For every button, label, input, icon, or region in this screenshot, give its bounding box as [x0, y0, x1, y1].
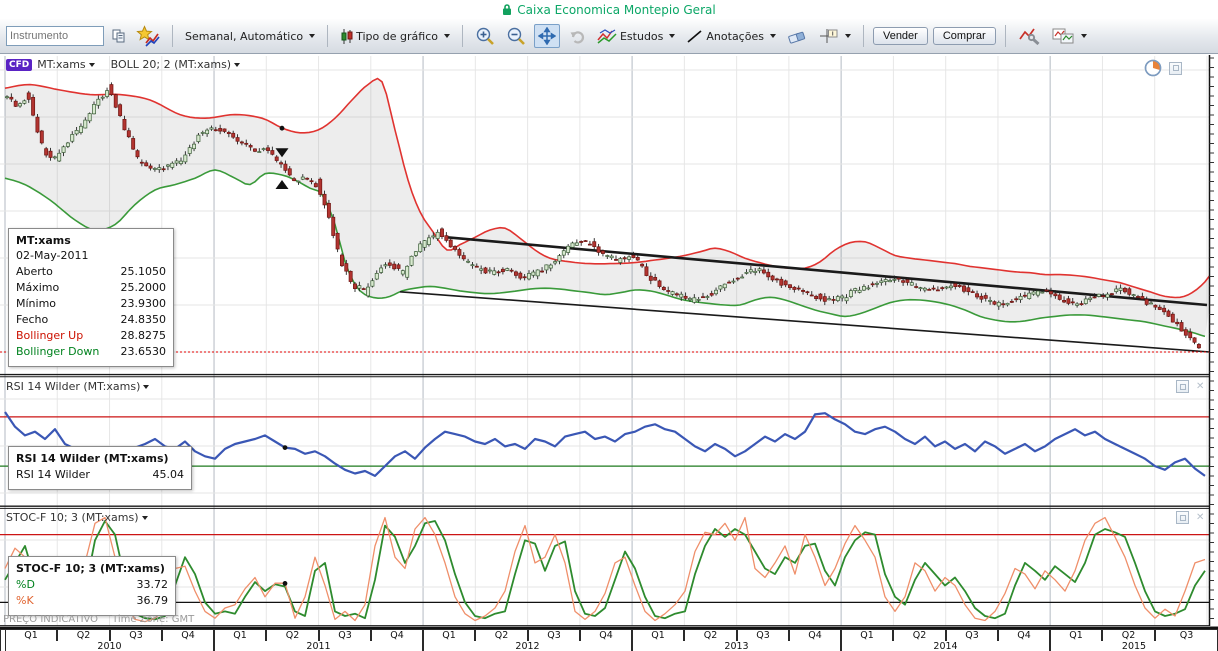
tooltip-row: %D33.72 — [16, 577, 168, 593]
tooltip-row: Máximo25.2000 — [16, 280, 166, 296]
chart-settings-button[interactable] — [1015, 25, 1044, 47]
tooltip-row: %K36.79 — [16, 593, 168, 609]
pan-tool-button[interactable] — [534, 24, 560, 48]
main-panel-header: CFD MT:xams BOLL 20; 2 (MT:xams) — [6, 58, 240, 71]
buy-button[interactable]: Comprar — [933, 27, 996, 45]
rsi-panel-header: RSI 14 Wilder (MT:xams) — [6, 380, 149, 393]
zoom-in-button[interactable] — [472, 24, 498, 48]
annotations-dropdown[interactable]: Anotações — [683, 27, 779, 46]
chevron-down-icon — [234, 63, 240, 67]
zoom-in-icon — [475, 26, 495, 46]
stoch-panel-controls: ✕ — [1176, 511, 1204, 524]
chart-settings-icon — [1018, 27, 1041, 45]
chevron-down-icon — [309, 34, 315, 38]
chevron-down-icon — [142, 516, 148, 520]
footer-note: PREÇO INDICATIVO Time Zone: GMT — [3, 614, 208, 625]
star-chart-icon — [136, 25, 160, 47]
stoch-tooltip: STOC-F 10; 3 (MT:xams) %D33.72%K36.79 — [8, 556, 176, 616]
chevron-down-icon — [770, 34, 776, 38]
chart-layout-dropdown[interactable] — [1049, 25, 1090, 47]
chart-type-dropdown[interactable]: Tipo de gráfico — [337, 26, 453, 47]
maximize-panel-button[interactable] — [1176, 511, 1189, 524]
year-cell: 2011 — [214, 641, 423, 651]
undo-icon — [568, 27, 586, 45]
year-cell: 2013 — [632, 641, 841, 651]
toolbar-separator — [462, 25, 463, 47]
tooltip-rows: %D33.72%K36.79 — [16, 577, 168, 609]
year-cell: 2010 — [5, 641, 214, 651]
rsi-panel-controls: ✕ — [1176, 380, 1204, 393]
chevron-down-icon — [143, 385, 149, 389]
tooltip-title: MT:xams — [16, 234, 166, 247]
bollinger-indicator-selector[interactable]: BOLL 20; 2 (MT:xams) — [111, 58, 240, 71]
tooltip-title: RSI 14 Wilder (MT:xams) — [16, 452, 184, 465]
toolbar-separator — [863, 25, 864, 47]
crosshair-info-icon — [819, 28, 839, 45]
close-panel-icon[interactable]: ✕ — [1196, 513, 1204, 523]
studies-icon — [597, 28, 617, 44]
toolbar-separator — [327, 25, 328, 47]
timezone-label: Time Zone: GMT — [112, 614, 194, 625]
tooltip-row: Fecho24.8350 — [16, 312, 166, 328]
pan-icon — [538, 27, 556, 45]
rsi-indicator-selector[interactable]: RSI 14 Wilder (MT:xams) — [6, 380, 149, 393]
tooltip-title: STOC-F 10; 3 (MT:xams) — [16, 562, 168, 575]
sell-button[interactable]: Vender — [873, 27, 928, 45]
zoom-out-icon — [506, 26, 526, 46]
toolbar-separator — [1005, 25, 1006, 47]
maximize-panel-button[interactable] — [1176, 380, 1189, 393]
crosshair-info-dropdown[interactable] — [816, 26, 854, 47]
chevron-down-icon — [444, 34, 450, 38]
tooltip-rows: Aberto25.1050Máximo25.2000Mínimo23.9300F… — [16, 264, 166, 360]
tooltip-row: RSI 14 Wilder45.04 — [16, 467, 184, 483]
chevron-down-icon — [845, 34, 851, 38]
time-axis[interactable]: Q1Q2Q3Q4Q1Q2Q3Q4Q1Q2Q3Q4Q1Q2Q3Q4Q1Q2Q3Q4… — [0, 627, 1218, 651]
tooltip-row: Mínimo23.9300 — [16, 296, 166, 312]
page-title: Caixa Economica Montepio Geral — [517, 3, 715, 17]
indicative-price-label: PREÇO INDICATIVO — [3, 614, 98, 625]
chevron-down-icon — [1081, 34, 1087, 38]
tooltip-row: Bollinger Up28.8275 — [16, 328, 166, 344]
interval-clock-icon — [1144, 59, 1162, 77]
year-cell: 2014 — [841, 641, 1050, 651]
chart-canvas[interactable] — [0, 55, 1218, 627]
instrument-search-input[interactable] — [6, 26, 104, 46]
period-dropdown[interactable]: Semanal, Automático — [182, 28, 318, 45]
eraser-icon — [787, 28, 808, 44]
chevron-down-icon — [89, 63, 95, 67]
tooltip-row: Bollinger Down23.6530 — [16, 344, 166, 360]
stoch-indicator-selector[interactable]: STOC-F 10; 3 (MT:xams) — [6, 511, 148, 524]
year-cell: 2015 — [1050, 641, 1218, 651]
tooltip-rows: RSI 14 Wilder45.04 — [16, 467, 184, 483]
maximize-panel-button[interactable] — [1169, 62, 1182, 75]
year-cell: 2012 — [423, 641, 632, 651]
cfd-badge: CFD — [6, 59, 32, 71]
eraser-button[interactable] — [784, 26, 811, 46]
candle-type-icon — [340, 28, 353, 45]
add-study-favorite-button[interactable] — [133, 23, 163, 49]
title-bar: Caixa Economica Montepio Geral — [0, 0, 1218, 19]
toolbar-separator — [172, 25, 173, 47]
chart-layout-icon — [1052, 27, 1075, 45]
annotation-line-icon — [686, 29, 703, 44]
undo-button[interactable] — [565, 25, 589, 47]
ohlc-tooltip: MT:xams 02-May-2011 Aberto25.1050Máximo2… — [8, 228, 174, 367]
instrument-list-icon — [112, 29, 125, 43]
studies-dropdown[interactable]: Estudos — [594, 26, 678, 46]
symbol-selector[interactable]: MT:xams — [37, 58, 94, 71]
chevron-down-icon — [669, 34, 675, 38]
zoom-out-button[interactable] — [503, 24, 529, 48]
main-panel-controls — [1144, 59, 1182, 77]
stoch-panel-header: STOC-F 10; 3 (MT:xams) — [6, 511, 148, 524]
tooltip-row: Aberto25.1050 — [16, 264, 166, 280]
rsi-tooltip: RSI 14 Wilder (MT:xams) RSI 14 Wilder45.… — [8, 446, 192, 490]
lock-icon — [502, 3, 512, 16]
tooltip-date: 02-May-2011 — [16, 249, 166, 262]
instrument-list-button[interactable] — [109, 27, 128, 45]
toolbar: Semanal, Automático Tipo de gráfico Estu… — [0, 19, 1218, 54]
close-panel-icon[interactable]: ✕ — [1196, 382, 1204, 392]
